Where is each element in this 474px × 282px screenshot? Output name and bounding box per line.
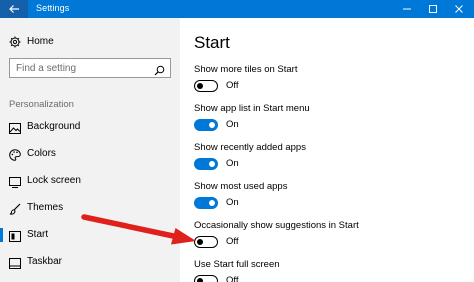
search-input[interactable]: Find a setting bbox=[9, 58, 171, 78]
toggle-knob bbox=[209, 161, 215, 167]
sidebar-item-label: Taskbar bbox=[27, 256, 63, 267]
toggle-state: On bbox=[226, 119, 239, 130]
setting-show-more-tiles: Show more tiles on Start Off bbox=[194, 64, 464, 98]
gear-icon bbox=[9, 35, 21, 53]
toggle-knob bbox=[197, 238, 203, 245]
window-title: Settings bbox=[36, 3, 70, 13]
sidebar-item-background[interactable]: Background bbox=[0, 117, 180, 137]
toggle-switch[interactable] bbox=[194, 119, 218, 131]
sidebar-item-home[interactable]: Home bbox=[0, 32, 180, 52]
setting-label: Use Start full screen bbox=[194, 259, 280, 270]
setting-full-screen: Use Start full screen Off bbox=[194, 259, 464, 282]
setting-show-suggestions: Occasionally show suggestions in Start O… bbox=[194, 220, 464, 254]
toggle-knob bbox=[197, 277, 203, 282]
sidebar-item-themes[interactable]: Themes bbox=[0, 198, 180, 218]
sidebar-item-start[interactable]: Start bbox=[0, 225, 180, 245]
selection-indicator bbox=[0, 228, 3, 242]
setting-label: Show app list in Start menu bbox=[194, 103, 310, 114]
toggle-knob bbox=[209, 200, 215, 206]
sidebar-item-label: Background bbox=[27, 121, 81, 132]
start-icon bbox=[9, 229, 21, 247]
toggle-switch[interactable] bbox=[194, 275, 218, 282]
maximize-icon bbox=[429, 5, 437, 13]
maximize-button[interactable] bbox=[420, 0, 446, 18]
sidebar-item-taskbar[interactable]: Taskbar bbox=[0, 252, 180, 272]
toggle-switch[interactable] bbox=[194, 197, 218, 209]
toggle-state: Off bbox=[226, 275, 239, 282]
page-title: Start bbox=[194, 33, 230, 52]
search-placeholder: Find a setting bbox=[16, 63, 77, 74]
close-button[interactable] bbox=[446, 0, 472, 18]
setting-label: Show more tiles on Start bbox=[194, 64, 298, 75]
back-arrow-icon bbox=[9, 5, 19, 13]
close-icon bbox=[455, 5, 463, 13]
sidebar-item-label: Home bbox=[27, 36, 54, 47]
toggle-knob bbox=[209, 122, 215, 128]
setting-label: Show most used apps bbox=[194, 181, 288, 192]
toggle-state: Off bbox=[226, 236, 239, 247]
toggle-switch[interactable] bbox=[194, 236, 218, 248]
minimize-button[interactable] bbox=[394, 0, 420, 18]
sidebar-item-lock-screen[interactable]: Lock screen bbox=[0, 171, 180, 191]
sidebar-item-label: Colors bbox=[27, 148, 56, 159]
sidebar-item-colors[interactable]: Colors bbox=[0, 144, 180, 164]
setting-show-most-used: Show most used apps On bbox=[194, 181, 464, 215]
toggle-state: On bbox=[226, 158, 239, 169]
toggle-switch[interactable] bbox=[194, 80, 218, 92]
toggle-state: On bbox=[226, 197, 239, 208]
main-content: Start Show more tiles on Start Off Show … bbox=[180, 18, 474, 282]
back-button[interactable] bbox=[0, 0, 28, 18]
palette-icon bbox=[9, 148, 21, 166]
setting-label: Show recently added apps bbox=[194, 142, 306, 153]
setting-show-recently-added: Show recently added apps On bbox=[194, 142, 464, 176]
toggle-knob bbox=[197, 82, 203, 89]
toggle-state: Off bbox=[226, 80, 239, 91]
setting-show-app-list: Show app list in Start menu On bbox=[194, 103, 464, 137]
toggle-switch[interactable] bbox=[194, 158, 218, 170]
brush-icon bbox=[9, 202, 21, 220]
lock-screen-icon bbox=[9, 175, 21, 193]
sidebar: Home Find a setting Personalization Back… bbox=[0, 18, 180, 282]
sidebar-item-label: Themes bbox=[27, 202, 64, 213]
taskbar-icon bbox=[9, 256, 21, 274]
sidebar-item-label: Lock screen bbox=[27, 175, 81, 186]
image-icon bbox=[9, 121, 21, 139]
search-icon bbox=[154, 63, 165, 81]
title-bar: Settings bbox=[0, 0, 474, 18]
minimize-icon bbox=[403, 8, 411, 10]
sidebar-item-label: Start bbox=[27, 229, 49, 240]
section-label: Personalization bbox=[9, 99, 74, 110]
setting-label: Occasionally show suggestions in Start bbox=[194, 220, 359, 231]
